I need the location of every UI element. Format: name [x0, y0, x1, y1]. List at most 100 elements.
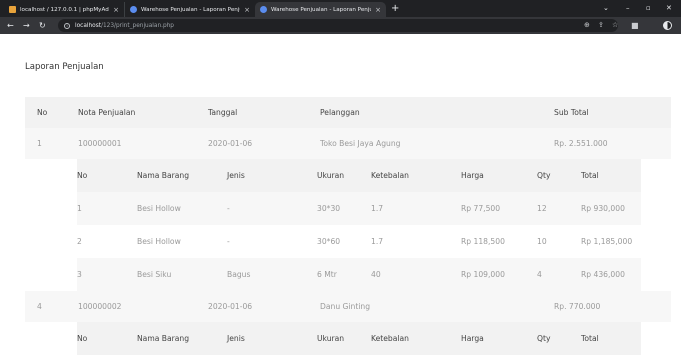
detail-col-ketebalan: Ketebalan: [367, 322, 447, 355]
item-harga: Rp 77,500: [447, 192, 529, 225]
detail-table: No Nama Barang Jenis Ukuran Ketebalan Ha…: [77, 322, 641, 355]
detail-col-total: Total: [569, 322, 641, 355]
url-host: localhost: [75, 22, 102, 29]
sidebar-icon[interactable]: ■: [631, 21, 639, 30]
item-qty: 4: [529, 258, 569, 291]
detail-item-row: 2 Besi Hollow - 30*60 1.7 Rp 118,500 10 …: [77, 225, 641, 258]
item-jenis: -: [227, 192, 303, 225]
detail-col-jenis: Jenis: [227, 322, 303, 355]
col-header-pelanggan: Pelanggan: [320, 97, 554, 128]
page-title: Laporan Penjualan: [25, 62, 104, 72]
cell-nota: 100000002: [78, 291, 208, 322]
detail-header-row: No Nama Barang Jenis Ukuran Ketebalan Ha…: [77, 322, 641, 355]
item-nama: Besi Hollow: [135, 192, 227, 225]
table-row: 1 100000001 2020-01-06 Toko Besi Jaya Ag…: [25, 128, 671, 159]
profile-avatar-icon[interactable]: [663, 21, 672, 30]
info-icon[interactable]: i: [64, 22, 70, 29]
detail-col-harga: Harga: [447, 159, 529, 192]
detail-col-ukuran: Ukuran: [303, 322, 367, 355]
tab-phpmyadmin[interactable]: localhost / 127.0.0.1 | phpMyAdmin ×: [4, 2, 124, 17]
item-nama: Besi Siku: [135, 258, 227, 291]
detail-row: No Nama Barang Jenis Ukuran Ketebalan Ha…: [25, 159, 671, 291]
item-total: Rp 930,000: [569, 192, 641, 225]
item-ketebalan: 1.7: [367, 192, 447, 225]
table-header-row: No Nota Penjualan Tanggal Pelanggan Sub …: [25, 97, 671, 128]
tab-label: Warehose Penjualan - Laporan Penjualan: [141, 6, 240, 13]
item-total: Rp 1,185,000: [569, 225, 641, 258]
close-icon[interactable]: ×: [375, 6, 381, 14]
detail-col-total: Total: [569, 159, 641, 192]
item-harga: Rp 109,000: [447, 258, 529, 291]
detail-header-row: No Nama Barang Jenis Ukuran Ketebalan Ha…: [77, 159, 641, 192]
item-ukuran: 30*30: [303, 192, 367, 225]
item-ketebalan: 40: [367, 258, 447, 291]
chevron-down-icon[interactable]: ⌄: [603, 3, 609, 13]
detail-col-ukuran: Ukuran: [303, 159, 367, 192]
col-header-tanggal: Tanggal: [208, 97, 320, 128]
site-favicon-icon: [130, 6, 137, 13]
detail-col-no: No: [77, 322, 135, 355]
item-ketebalan: 1.7: [367, 225, 447, 258]
site-favicon-icon: [260, 6, 267, 13]
detail-col-ketebalan: Ketebalan: [367, 159, 447, 192]
address-bar[interactable]: i localhost/123/print_penjualan.php: [58, 19, 618, 32]
item-total: Rp 436,000: [569, 258, 641, 291]
close-icon[interactable]: ×: [244, 6, 250, 14]
cell-tanggal: 2020-01-06: [208, 291, 320, 322]
minimize-icon[interactable]: –: [626, 3, 630, 13]
browser-tab-bar: localhost / 127.0.0.1 | phpMyAdmin × War…: [0, 0, 681, 17]
cell-pelanggan: Toko Besi Jaya Agung: [320, 128, 554, 159]
cell-no: 1: [25, 128, 78, 159]
detail-col-no: No: [77, 159, 135, 192]
item-qty: 12: [529, 192, 569, 225]
detail-col-jenis: Jenis: [227, 159, 303, 192]
tab-laporan-active[interactable]: Warehose Penjualan - Laporan Penjualan ×: [255, 2, 386, 17]
maximize-icon[interactable]: ▫: [646, 3, 651, 13]
close-window-icon[interactable]: ✕: [666, 3, 672, 13]
detail-item-row: 1 Besi Hollow - 30*30 1.7 Rp 77,500 12 R…: [77, 192, 641, 225]
col-header-nota: Nota Penjualan: [78, 97, 208, 128]
phpmyadmin-favicon-icon: [9, 6, 16, 13]
forward-arrow-icon[interactable]: →: [23, 20, 30, 31]
browser-toolbar: ← → ↻ i localhost/123/print_penjualan.ph…: [0, 17, 681, 34]
detail-container: No Nama Barang Jenis Ukuran Ketebalan Ha…: [25, 322, 671, 355]
item-jenis: -: [227, 225, 303, 258]
cell-subtotal: Rp. 770.000: [554, 291, 671, 322]
item-no: 1: [77, 192, 135, 225]
detail-col-harga: Harga: [447, 322, 529, 355]
item-ukuran: 30*60: [303, 225, 367, 258]
back-arrow-icon[interactable]: ←: [7, 20, 14, 31]
detail-col-qty: Qty: [529, 159, 569, 192]
cell-nota: 100000001: [78, 128, 208, 159]
col-header-no: No: [25, 97, 78, 128]
cell-no: 4: [25, 291, 78, 322]
tab-label: localhost / 127.0.0.1 | phpMyAdmin: [20, 6, 109, 13]
item-no: 2: [77, 225, 135, 258]
detail-col-nama: Nama Barang: [135, 159, 227, 192]
item-qty: 10: [529, 225, 569, 258]
close-icon[interactable]: ×: [113, 6, 119, 14]
detail-col-qty: Qty: [529, 322, 569, 355]
star-bookmark-icon[interactable]: ☆: [612, 21, 618, 30]
item-nama: Besi Hollow: [135, 225, 227, 258]
url-path: /123/print_penjualan.php: [101, 22, 174, 29]
cell-pelanggan: Danu Ginting: [320, 291, 554, 322]
item-ukuran: 6 Mtr: [303, 258, 367, 291]
detail-col-nama: Nama Barang: [135, 322, 227, 355]
detail-table: No Nama Barang Jenis Ukuran Ketebalan Ha…: [77, 159, 641, 291]
zoom-icon[interactable]: ⊕: [584, 21, 590, 30]
cell-subtotal: Rp. 2.551.000: [554, 128, 671, 159]
detail-container: No Nama Barang Jenis Ukuran Ketebalan Ha…: [25, 159, 671, 291]
item-jenis: Bagus: [227, 258, 303, 291]
item-harga: Rp 118,500: [447, 225, 529, 258]
reload-icon[interactable]: ↻: [39, 20, 46, 31]
share-icon[interactable]: ⇪: [598, 21, 604, 30]
tab-laporan-1[interactable]: Warehose Penjualan - Laporan Penjualan ×: [124, 2, 255, 17]
cell-tanggal: 2020-01-06: [208, 128, 320, 159]
table-row: 4 100000002 2020-01-06 Danu Ginting Rp. …: [25, 291, 671, 322]
item-no: 3: [77, 258, 135, 291]
detail-row: No Nama Barang Jenis Ukuran Ketebalan Ha…: [25, 322, 671, 355]
new-tab-button[interactable]: +: [391, 3, 399, 15]
detail-item-row: 3 Besi Siku Bagus 6 Mtr 40 Rp 109,000 4 …: [77, 258, 641, 291]
tab-label: Warehose Penjualan - Laporan Penjualan: [271, 6, 371, 13]
